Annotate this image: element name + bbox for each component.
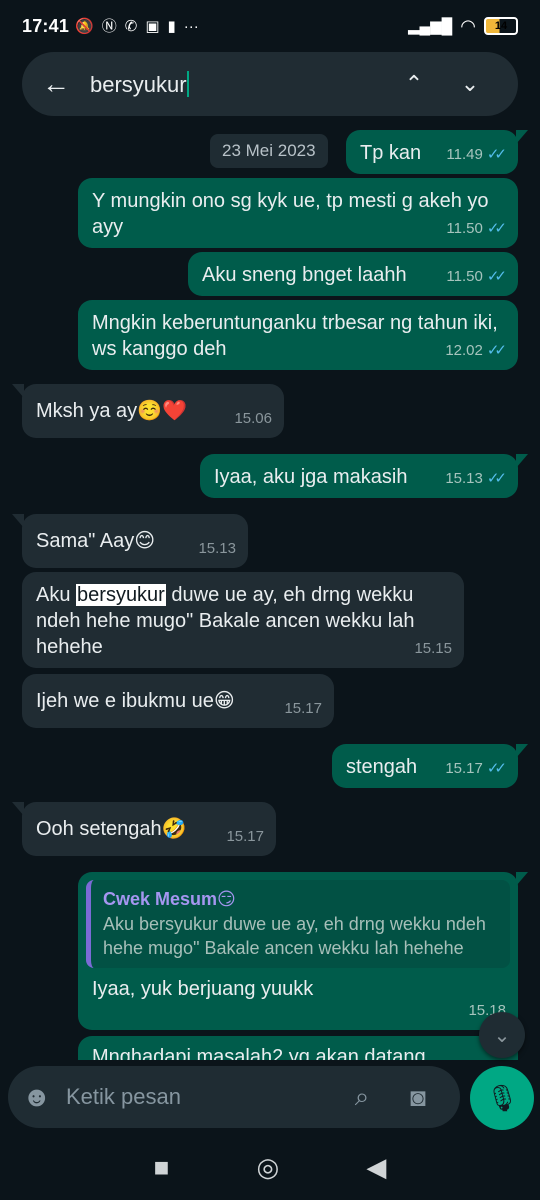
message-text: Y mungkin ono sg kyk ue, tp mesti g akeh… [92,190,489,238]
system-nav-bar: ■ ◎ ◀ [0,1134,540,1200]
message-bubble[interactable]: Sama" Aay😊 15.13 [12,514,248,568]
read-ticks-icon: ✓✓ [486,470,507,487]
home-icon[interactable]: ◎ [257,1152,280,1183]
message-bubble[interactable]: Aku bersyukur duwe ue ay, eh drng wekku … [22,572,464,668]
message-input[interactable]: Ketik pesan [66,1084,334,1110]
message-text: Iyaa, yuk berjuang yuukk [92,978,314,1000]
message-bubble[interactable]: Ooh setengah🤣 15.17 [12,802,276,856]
read-ticks-icon: ✓✓ [486,268,507,285]
message-time: 12.02 [445,342,483,359]
message-bubble[interactable]: Y mungkin ono sg kyk ue, tp mesti g akeh… [78,178,518,248]
emoji: ☺️❤️ [137,400,187,422]
search-input[interactable]: bersyukur [90,70,386,98]
wifi-icon: ◠ [460,15,476,36]
read-ticks-icon: ✓✓ [486,342,507,359]
message-text: Mksh ya ay [36,400,138,422]
message-bubble[interactable]: stengah 15.17 ✓✓ [332,744,528,788]
message-text: Ijeh we e ibukmu ue [36,690,214,712]
message-text: Iyaa, aku jga makasih [214,466,408,488]
mic-icon: 🎙 [485,1082,519,1113]
emoji: 😁 [213,690,235,712]
message-bubble[interactable]: Cwek Mesum😏 Aku bersyukur duwe ue ay, eh… [78,872,528,1030]
quoted-message[interactable]: Cwek Mesum😏 Aku bersyukur duwe ue ay, eh… [86,880,510,968]
message-bubble[interactable]: Mksh ya ay☺️❤️ 15.06 [12,384,284,438]
nfc-icon: Ⓝ [101,17,117,35]
message-bubble[interactable]: Mnghadapi masalah2 yg akan datang [78,1036,518,1060]
emoji-icon[interactable]: ☻ [22,1081,66,1113]
back-icon[interactable]: ◀ [366,1152,386,1183]
chat-area[interactable]: 23 Mei 2023 Tp kan 11.49 ✓✓ Y mungkin ono… [0,120,540,1060]
battery-icon: 14 [484,17,518,35]
emoji: 😊 [134,530,156,552]
message-time: 15.13 [198,540,236,557]
search-next-button[interactable]: ⌄ [442,71,498,97]
bot-icon: ▣ [145,17,160,35]
attach-icon[interactable]: ⌕ [334,1081,390,1113]
quoted-sender: Cwek Mesum😏 [103,889,236,909]
quoted-text: Aku bersyukur duwe ue ay, eh drng wekku … [103,914,486,958]
message-text: Sama" Aay [36,530,135,552]
message-bubble[interactable]: Mngkin keberuntunganku trbesar ng tahun … [78,300,518,370]
mute-icon: 🔕 [75,17,94,35]
message-time: 15.13 [445,470,483,487]
mic-button[interactable]: 🎙 [470,1066,534,1130]
read-ticks-icon: ✓✓ [486,220,507,237]
message-text: Mngkin keberuntunganku trbesar ng tahun … [92,312,498,360]
message-text: Aku sneng bnget laahh [202,264,407,286]
message-time: 15.06 [234,410,272,427]
message-time: 11.50 [446,268,483,285]
more-icon: ··· [183,17,199,35]
message-bubble[interactable]: Aku sneng bnget laahh 11.50 ✓✓ [188,252,518,296]
message-bubble[interactable]: Ijeh we e ibukmu ue😁 15.17 [22,674,334,728]
message-bubble[interactable]: Iyaa, aku jga makasih 15.13 ✓✓ [200,454,528,498]
sim-icon: ▮ [167,17,176,35]
message-text: Mnghadapi masalah2 yg akan datang [92,1046,426,1060]
date-chip: 23 Mei 2023 [210,134,328,168]
read-ticks-icon: ✓✓ [486,760,507,777]
back-arrow-icon[interactable]: ← [42,68,82,100]
double-chevron-down-icon: ⌄ [493,1024,511,1047]
whatsapp-icon: ✆ [124,17,138,35]
message-time: 11.49 [446,146,483,163]
read-ticks-icon: ✓✓ [486,146,507,163]
scroll-to-bottom-button[interactable]: ⌄ [479,1012,525,1058]
signal-icon: ▂▄▆█ [407,18,453,35]
message-bubble[interactable]: Tp kan 11.49 ✓✓ [346,130,528,174]
emoji: 🤣 [161,818,187,840]
status-bar: 17:41 🔕 Ⓝ ✆ ▣ ▮ ··· ▂▄▆█ ◠ 14 [0,0,540,52]
message-text: Tp kan [360,142,422,164]
message-composer: ☻ Ketik pesan ⌕ ◙ [8,1066,460,1128]
message-time: 11.50 [446,220,483,237]
recents-icon[interactable]: ■ [154,1152,170,1183]
message-text: stengah [346,756,418,778]
camera-icon[interactable]: ◙ [390,1082,446,1113]
message-time: 15.15 [414,640,452,657]
search-query: bersyukur [90,71,187,97]
message-time: 15.17 [284,700,322,717]
search-highlight: bersyukur [76,584,166,606]
search-bar: ← bersyukur ⌃ ⌄ [22,52,518,116]
message-time: 15.17 [226,828,264,845]
search-prev-button[interactable]: ⌃ [386,71,442,97]
text-cursor [186,70,189,97]
status-time: 17:41 [22,15,70,36]
message-text: Ooh setengah [36,818,162,840]
message-text-pre: Aku [36,584,77,606]
status-icons: 🔕 Ⓝ ✆ ▣ ▮ ··· [75,19,199,34]
message-time: 15.17 [445,760,483,777]
